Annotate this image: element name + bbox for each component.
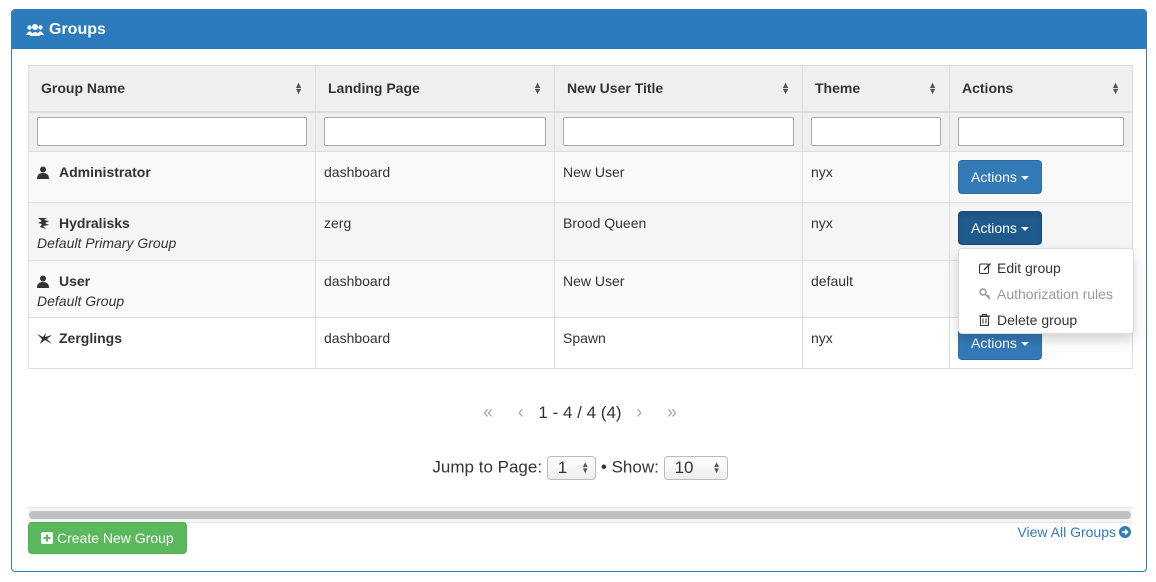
filter-cell [28,111,316,152]
menu-item-label: Delete group [997,312,1078,328]
create-new-group-label: Create New Group [57,530,174,546]
actions-button-label: Actions [971,335,1017,351]
sort-icon[interactable]: ▲ ▼ [1111,81,1120,96]
column-label: Theme [815,80,861,97]
menu-item-authorization-rules[interactable]: Authorization rules [959,281,1133,307]
actions-cell: Actions [949,151,1133,203]
page-select[interactable]: 1 ▲ ▼ [546,456,597,480]
create-new-group-button[interactable]: Create New Group [28,522,187,554]
sort-icon[interactable]: ▲ ▼ [533,81,542,96]
page-select-value: 1 [557,458,568,477]
column-label: New User Title [567,80,664,97]
next-page-button[interactable]: › [636,402,642,423]
last-page-button[interactable]: » [667,402,677,423]
arrow-circle-right-icon [1119,526,1131,538]
separator: • [600,457,607,477]
column-header-landing-page[interactable]: Landing Page ▲ ▼ [315,65,555,113]
trash-icon [979,314,993,326]
filter-cell [802,111,950,152]
group-name-cell: Hydralisks Default Primary Group [28,202,316,261]
column-header-new-user-title[interactable]: New User Title ▲ ▼ [554,65,803,113]
filter-new-user-title-input[interactable] [563,117,794,147]
panel-heading: Groups [12,10,1146,49]
theme-cell: nyx [802,317,950,369]
actions-button-label: Actions [971,169,1017,185]
hydralisk-icon [37,217,53,230]
filter-actions-input[interactable] [958,117,1124,147]
caret-down-icon [1020,176,1029,181]
caret-down-icon [1020,227,1029,232]
landing-page-cell: dashboard [315,260,555,318]
column-label: Landing Page [328,80,420,97]
scrollbar-thumb[interactable] [29,511,1131,519]
user-icon [37,166,53,179]
group-subtitle: Default Primary Group [37,235,177,251]
select-arrows-icon: ▲ ▼ [712,460,721,475]
user-icon [37,275,53,288]
new-user-title-cell: Brood Queen [554,202,803,261]
menu-item-delete-group[interactable]: Delete group [959,307,1133,333]
theme-cell: nyx [802,151,950,203]
group-name-cell: Zerglings [28,317,316,369]
jump-to-page-label: Jump to Page: [432,457,543,477]
new-user-title-cell: Spawn [554,317,803,369]
filter-cell [949,111,1133,152]
group-subtitle: Default Group [37,293,125,309]
new-user-title-cell: New User [554,260,803,318]
filter-landing-page-input[interactable] [324,117,546,147]
sort-icon[interactable]: ▲ ▼ [781,81,790,96]
select-arrows-icon: ▲ ▼ [581,460,590,475]
filter-theme-input[interactable] [811,117,941,147]
zergling-icon [37,332,53,345]
menu-item-edit-group[interactable]: Edit group [959,255,1133,281]
group-name-cell: User Default Group [28,260,316,318]
group-name[interactable]: Administrator [59,164,151,180]
group-name-cell: Administrator [28,151,316,203]
users-icon [26,23,44,37]
view-all-groups-label: View All Groups [1017,524,1116,540]
landing-page-cell: dashboard [315,317,555,369]
group-name[interactable]: User [59,273,90,289]
page-controls: Jump to Page: 1 ▲ ▼ • Show: 10 ▲ ▼ [12,456,1148,480]
table-row: Administrator dashboard New User nyx Act… [28,151,1133,203]
theme-cell: default [802,260,950,318]
new-user-title-cell: New User [554,151,803,203]
menu-item-label: Authorization rules [997,286,1113,302]
pagination-summary: 1 - 4 / 4 (4) [538,403,622,422]
filter-cell [554,111,803,152]
key-icon [979,288,993,300]
show-label: Show: [611,457,659,477]
horizontal-scrollbar[interactable] [28,507,1132,523]
panel-title: Groups [49,20,106,38]
column-label: Actions [962,80,1014,97]
sort-icon[interactable]: ▲ ▼ [294,81,303,96]
actions-button[interactable]: Actions [958,160,1042,194]
pagination: « ‹ 1 - 4 / 4 (4) › » [12,402,1148,423]
actions-button[interactable]: Actions [958,211,1042,245]
column-header-actions[interactable]: Actions ▲ ▼ [949,65,1133,113]
edit-icon [979,262,993,274]
filter-group-name-input[interactable] [37,117,307,147]
theme-cell: nyx [802,202,950,261]
caret-down-icon [1020,342,1029,347]
prev-page-button[interactable]: ‹ [518,402,524,423]
actions-button-label: Actions [971,220,1017,236]
group-name[interactable]: Zerglings [59,330,122,346]
plus-square-icon [41,532,53,544]
landing-page-cell: zerg [315,202,555,261]
column-label: Group Name [41,80,126,97]
sort-icon[interactable]: ▲ ▼ [928,81,937,96]
page-size-select[interactable]: 10 ▲ ▼ [663,456,728,480]
column-header-theme[interactable]: Theme ▲ ▼ [802,65,950,113]
page-size-value: 10 [674,458,694,477]
menu-item-label: Edit group [997,260,1061,276]
actions-dropdown-menu: Edit group Authorization rules Delete gr… [958,248,1134,334]
column-header-group-name[interactable]: Group Name ▲ ▼ [28,65,316,113]
filter-cell [315,111,555,152]
group-name[interactable]: Hydralisks [59,215,130,231]
landing-page-cell: dashboard [315,151,555,203]
first-page-button[interactable]: « [483,402,493,423]
view-all-groups-link[interactable]: View All Groups [1017,524,1131,540]
